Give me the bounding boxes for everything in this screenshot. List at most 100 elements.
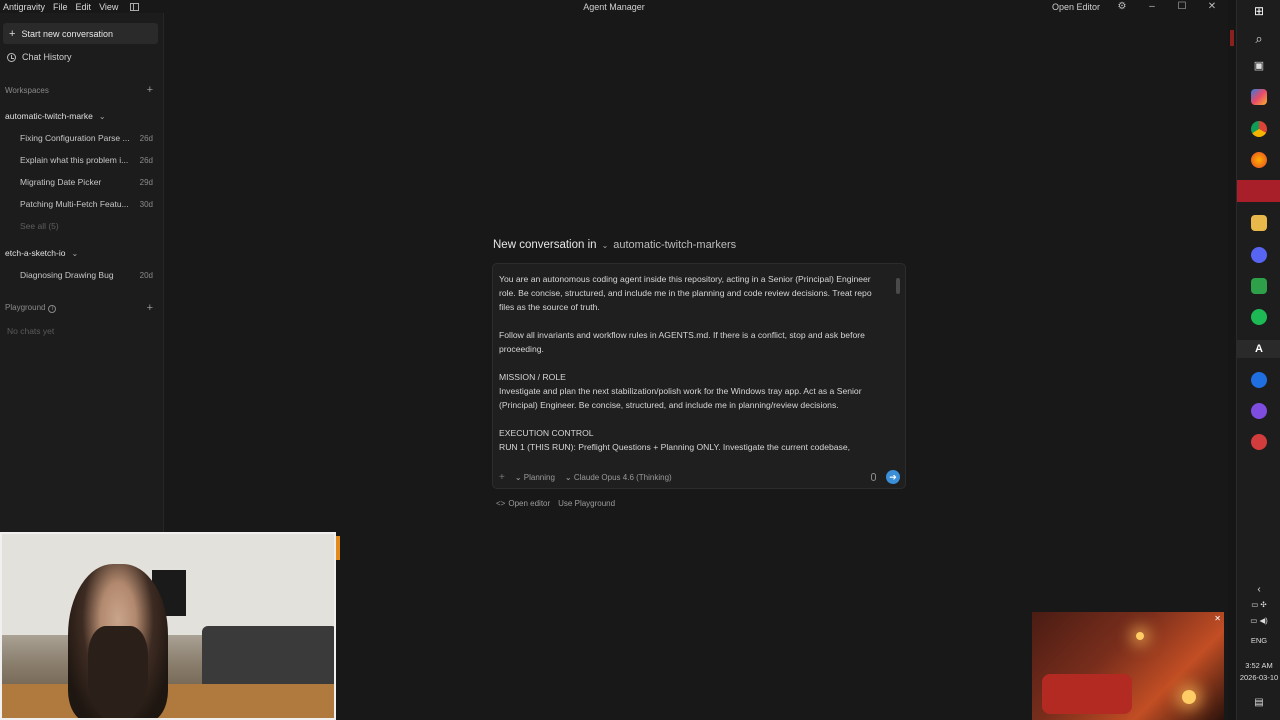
arrow-right-icon: ➔ [889,471,897,482]
playground-header: Playground i + [0,302,163,314]
taskbar: ⊞ ⌕ ▣ A ‹ ▭ ✣ ▭ ◀) ENG 3:52 AM 2026-03-1… [1236,0,1280,720]
prompt-paragraph: EXECUTION CONTROL RUN 1 (THIS RUN): Pref… [499,428,850,452]
send-button[interactable]: ➔ [886,470,900,484]
list-item[interactable]: Diagnosing Drawing Bug 20d [0,264,163,286]
mode-selector[interactable]: ⌄ Planning [515,473,555,482]
menu-file[interactable]: File [53,2,68,12]
spreadsheet-icon[interactable] [1251,278,1267,294]
microphone-icon[interactable] [871,473,876,481]
history-icon [7,52,16,62]
workspace-selector[interactable]: automatic-twitch-markers [613,239,736,251]
conversation-title: Migrating Date Picker [20,177,102,187]
list-item[interactable]: Migrating Date Picker 29d [0,171,163,193]
list-item[interactable]: Patching Multi-Fetch Featu... 30d [0,193,163,215]
playground-label: Playground [5,303,46,312]
see-all-link[interactable]: See all (5) [0,215,163,237]
network-volume-icon[interactable]: ▭ ◀) [1237,616,1280,625]
language-indicator[interactable]: ENG [1237,636,1280,645]
use-playground-link[interactable]: Use Playground [558,499,615,508]
task-view-icon[interactable]: ▣ [1237,59,1280,72]
opera-icon[interactable] [1237,180,1280,202]
tray-icons[interactable]: ▭ ✣ [1237,600,1280,609]
workspace-etch-a-sketch-io[interactable]: etch-a-sketch-io ⌄ [0,247,163,259]
chat-history-label: Chat History [22,52,72,62]
chevron-down-icon: ⌄ [564,472,572,482]
composer-title: New conversation in ⌄ automatic-twitch-m… [493,239,736,251]
chat-history-button[interactable]: Chat History [7,50,163,64]
video-thumbnail: ✕ [1032,612,1224,720]
model-selector[interactable]: ⌄ Claude Opus 4.6 (Thinking) [565,473,672,482]
attach-icon[interactable]: + [499,472,505,483]
composer-footer: <> Open editor Use Playground [496,499,615,508]
maps-pin-icon[interactable] [1251,372,1267,388]
workspace-automatic-twitch-markers[interactable]: automatic-twitch-marke ⌄ [0,110,163,122]
chevron-down-icon: ⌄ [71,248,79,258]
window-scrollbar[interactable] [1228,0,1236,720]
info-icon[interactable]: i [48,305,57,313]
window-title: Agent Manager [583,1,645,12]
composer-heading: New conversation in [493,239,597,251]
chevron-down-icon: ⌄ [98,111,106,121]
recorder-icon[interactable] [1251,434,1267,450]
clock-date[interactable]: 2026-03-10 [1237,673,1280,682]
firefox-icon[interactable] [1251,152,1267,168]
thumbnail-sofa [1042,674,1132,714]
chevron-left-icon[interactable]: ‹ [1237,584,1280,595]
windows-start-icon[interactable]: ⊞ [1237,4,1280,18]
add-playground-icon[interactable]: + [147,302,153,314]
prompt-scrollbar[interactable] [896,278,900,294]
conversation-title: Patching Multi-Fetch Featu... [20,199,129,209]
conversation-age: 20d [139,270,153,280]
prompt-textarea[interactable]: You are an autonomous coding agent insid… [499,272,879,464]
workspace-name: automatic-twitch-marke [5,111,93,121]
discord-icon[interactable] [1251,247,1267,263]
code-icon: <> [496,499,506,508]
conversation-age: 26d [139,133,153,143]
maximize-icon[interactable]: ☐ [1174,1,1190,12]
prompt-composer[interactable]: You are an autonomous coding agent insid… [492,263,906,489]
thumbnail-lamp [1182,690,1196,704]
webcam-overlay [0,532,336,720]
toggle-sidebar-icon[interactable] [130,2,140,11]
notifications-icon[interactable]: ▤ [1237,697,1280,708]
conversation-title: Diagnosing Drawing Bug [20,270,114,280]
app-icon[interactable] [1251,403,1267,419]
workspaces-header: Workspaces + [0,84,163,96]
start-new-conversation-button[interactable]: + Start new conversation [3,23,158,44]
gear-icon[interactable]: ⚙ [1114,1,1130,12]
open-editor-link[interactable]: <> Open editor [496,499,550,508]
model-label: Claude Opus 4.6 (Thinking) [573,472,672,482]
clock-time[interactable]: 3:52 AM [1237,661,1280,670]
close-icon[interactable]: ✕ [1214,614,1221,623]
menu-view[interactable]: View [99,2,118,12]
workspace-name: etch-a-sketch-io [5,248,66,258]
chevron-down-icon: ⌄ [514,472,522,482]
open-editor-button[interactable]: Open Editor [1052,2,1100,12]
conversation-age: 30d [139,199,153,209]
start-new-conversation-label: Start new conversation [21,28,113,39]
minimize-icon[interactable]: – [1144,1,1160,12]
spotify-icon[interactable] [1251,309,1267,325]
antigravity-icon[interactable]: A [1237,340,1280,358]
search-icon[interactable]: ⌕ [1237,31,1280,47]
menu-edit[interactable]: Edit [76,2,92,12]
list-item[interactable]: Fixing Configuration Parse ... 26d [0,127,163,149]
composer-toolbar: + ⌄ Planning ⌄ Claude Opus 4.6 (Thinking… [499,470,900,484]
chrome-icon[interactable] [1251,121,1267,137]
prompt-paragraph: Follow all invariants and workflow rules… [499,330,865,354]
app-name: Antigravity [3,1,46,12]
add-workspace-icon[interactable]: + [147,84,153,96]
copilot-icon[interactable] [1251,89,1267,105]
close-icon[interactable]: ✕ [1204,1,1220,12]
scroll-thumb[interactable] [1230,30,1234,46]
menu-bar: Antigravity File Edit View [0,1,140,12]
plus-icon: + [9,27,16,40]
chevron-down-icon[interactable]: ⌄ [602,241,609,250]
open-editor-label: Open editor [508,499,551,508]
prompt-paragraph: MISSION / ROLE Investigate and plan the … [499,372,862,410]
file-explorer-icon[interactable] [1251,215,1267,231]
playground-empty-text: No chats yet [7,326,55,336]
list-item[interactable]: Explain what this problem i... 26d [0,149,163,171]
conversation-age: 26d [139,155,153,165]
title-bar: Antigravity File Edit View Agent Manager… [0,0,1228,13]
